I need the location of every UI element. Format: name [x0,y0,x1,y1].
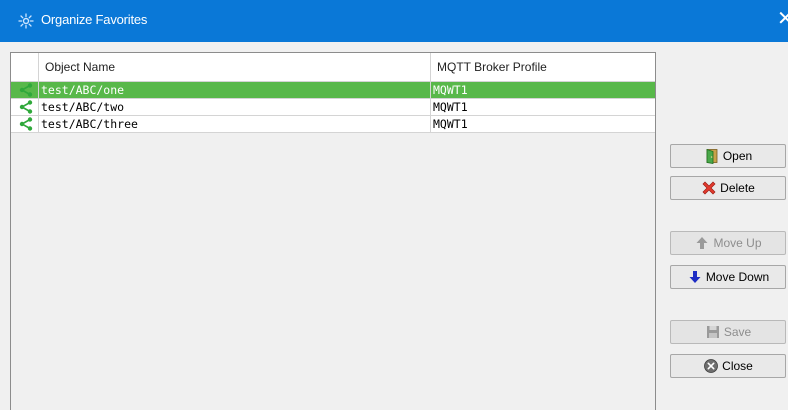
red-x-icon [701,180,717,196]
delete-button[interactable]: Delete [670,176,786,200]
close-button-label: Close [722,359,753,373]
table-row[interactable]: test/ABC/three MQWT1 [11,116,655,133]
save-button-label: Save [723,325,752,339]
move-down-button[interactable]: Move Down [670,265,786,289]
broker-profile-cell: MQWT1 [433,83,468,97]
table-header: Object Name MQTT Broker Profile [11,53,655,82]
share-icon [11,116,39,132]
share-icon [11,82,39,98]
move-up-button[interactable]: Move Up [670,231,786,255]
close-button[interactable]: Close [670,354,786,378]
move-down-button-label: Move Down [705,270,770,284]
close-circle-icon [703,358,719,374]
floppy-disk-icon [705,324,721,340]
window-title: Organize Favorites [41,12,148,27]
broker-profile-cell: MQWT1 [433,117,468,131]
save-button[interactable]: Save [670,320,786,344]
table-row[interactable]: test/ABC/two MQWT1 [11,99,655,116]
delete-button-label: Delete [720,181,755,195]
broker-profile-cell: MQWT1 [433,100,468,114]
move-up-button-label: Move Up [713,236,762,250]
column-header-object-name[interactable]: Object Name [39,53,431,81]
favorites-table: Object Name MQTT Broker Profile test/ABC… [10,52,656,410]
object-name-cell: test/ABC/two [39,99,431,115]
arrow-up-icon [694,235,710,251]
table-row[interactable]: test/ABC/one MQWT1 [11,82,655,99]
arrow-down-icon [687,269,703,285]
object-name-cell: test/ABC/one [39,82,431,98]
open-button[interactable]: Open [670,144,786,168]
open-button-label: Open [722,149,753,163]
app-gear-icon [18,13,34,29]
column-header-icon[interactable] [11,53,39,81]
column-header-broker-profile[interactable]: MQTT Broker Profile [431,53,656,81]
share-icon [11,99,39,115]
window-close-icon[interactable]: ✕ [777,8,788,28]
object-name-cell: test/ABC/three [39,116,431,132]
title-bar: Organize Favorites ✕ [0,0,788,42]
open-door-icon [704,148,720,164]
